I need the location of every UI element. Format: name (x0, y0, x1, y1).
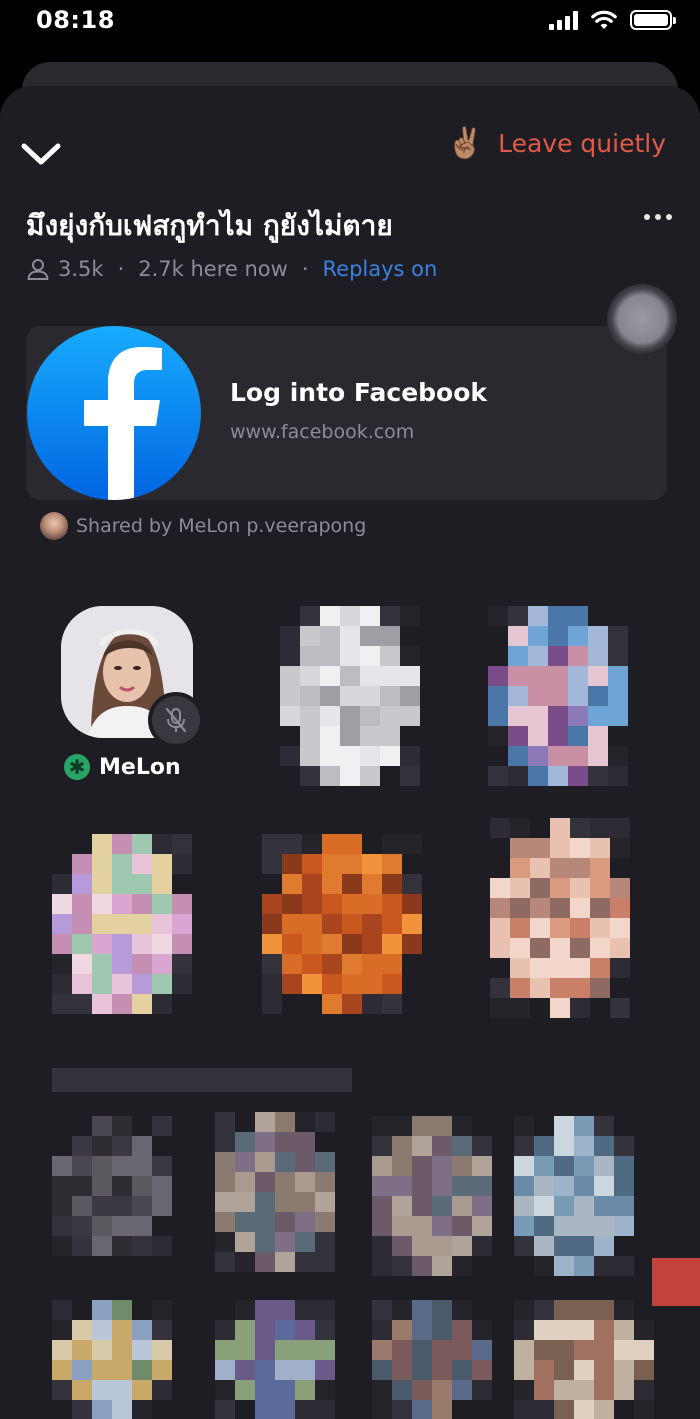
cellular-signal-icon (549, 10, 578, 30)
separator-dot: · (117, 257, 125, 281)
section-divider-blurred (52, 1068, 352, 1092)
status-bar: 08:18 (0, 0, 700, 50)
person-icon (27, 259, 49, 280)
more-options-button[interactable] (644, 214, 672, 220)
leave-quietly-button[interactable]: ✌🏽 Leave quietly (447, 126, 666, 161)
room-stats: 3.5k · 2.7k here now · Replays on (26, 257, 437, 281)
facebook-logo-icon (27, 326, 201, 500)
shared-by-label: Shared by MeLon p.veerapong (76, 515, 367, 537)
listener-count: 3.5k (58, 257, 104, 281)
room-title: มึงยุ่งกับเฟสกูทำไม กูยังไม่ตาย (26, 209, 393, 242)
participant-avatar[interactable] (514, 1300, 654, 1419)
collapse-room-button[interactable] (18, 136, 64, 172)
host-name: MeLon (99, 754, 181, 780)
battery-icon (630, 10, 676, 30)
participant-avatar[interactable] (215, 1112, 335, 1272)
participant-avatar[interactable] (514, 1116, 634, 1276)
peace-hand-icon: ✌🏽 (446, 126, 485, 161)
shared-link-card[interactable]: Log into Facebook www.facebook.com (26, 326, 667, 500)
chevron-down-icon (21, 143, 61, 165)
participant-avatar[interactable] (280, 606, 420, 786)
status-icons (549, 9, 676, 31)
more-dot-icon (644, 214, 650, 220)
link-url: www.facebook.com (230, 421, 415, 443)
leave-quietly-label: Leave quietly (498, 129, 666, 158)
participant-avatar[interactable] (52, 1116, 172, 1256)
replays-status-link[interactable]: Replays on (323, 257, 438, 281)
mic-muted-icon (165, 707, 187, 733)
floating-action-dot[interactable] (607, 284, 677, 354)
link-title: Log into Facebook (230, 378, 488, 407)
participant-avatar[interactable] (215, 1300, 335, 1419)
participant-avatar[interactable] (488, 606, 628, 786)
blurred-overlay-corner (652, 1258, 700, 1306)
wifi-icon (591, 10, 617, 29)
participant-avatar[interactable] (52, 1300, 172, 1419)
participant-avatar[interactable] (490, 818, 630, 1018)
separator-dot: · (301, 257, 309, 281)
participant-avatar[interactable] (372, 1116, 492, 1276)
participant-avatar[interactable] (52, 834, 192, 1014)
participant-avatar[interactable] (372, 1300, 492, 1419)
moderator-asterisk-icon: ✱ (64, 754, 90, 780)
participant-avatar[interactable] (262, 834, 422, 1014)
status-time: 08:18 (36, 6, 115, 34)
here-now-count: 2.7k here now (138, 257, 288, 281)
host-name-row: ✱ MeLon (64, 754, 181, 780)
sharer-avatar (40, 512, 68, 540)
shared-by-row: Shared by MeLon p.veerapong (40, 512, 366, 540)
mute-badge (148, 692, 204, 748)
